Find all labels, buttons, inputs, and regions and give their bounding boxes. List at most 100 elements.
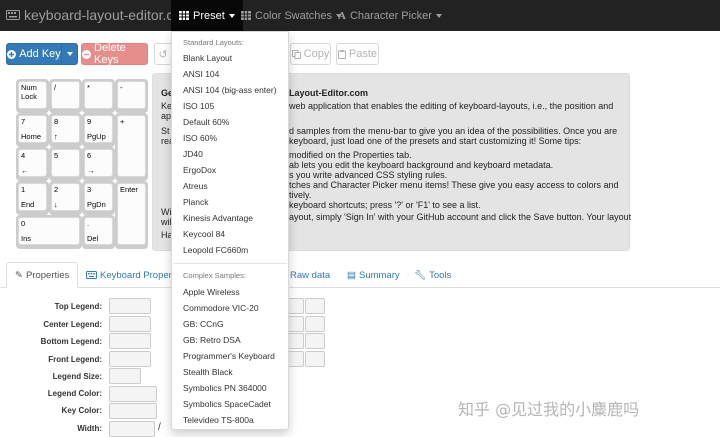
center-legend-input[interactable] [109, 316, 151, 332]
intro-text-stub: wil [161, 217, 172, 227]
preset-ergodox[interactable]: ErgoDox [183, 165, 216, 175]
key-6-right[interactable]: 6 → [82, 147, 115, 181]
preset-symbolics-spacecadet[interactable]: Symbolics SpaceCadet [183, 399, 271, 409]
add-key-button[interactable]: Add Key [6, 43, 62, 65]
key-9-pgup[interactable]: 9 PgUp [82, 113, 115, 147]
key-1-end[interactable]: 1 End [16, 181, 49, 215]
key-8-up[interactable]: 8 ↑ [49, 113, 82, 147]
preset-iso-105[interactable]: ISO 105 [183, 101, 214, 111]
key-num-lock[interactable]: Num Lock [16, 79, 49, 113]
copy-button[interactable]: Copy [290, 43, 331, 65]
wrench-icon: 🔧︎ [414, 269, 427, 281]
preset-gb-retro-dsa[interactable]: GB: Retro DSA [183, 335, 241, 345]
tab-label: Tools [429, 269, 452, 281]
key-minus[interactable]: - [115, 79, 148, 113]
copy-icon [291, 49, 301, 59]
preset-keycool-84[interactable]: Keycool 84 [183, 229, 225, 239]
delete-keys-button[interactable]: Delete Keys [81, 42, 148, 66]
intro-line: web application that enables the editing… [289, 101, 614, 111]
top-legend-input[interactable] [109, 298, 151, 314]
tab-raw-data[interactable]: Raw data [282, 262, 338, 288]
width-input[interactable] [109, 421, 155, 437]
paste-label: Paste [348, 48, 378, 60]
key-multiply[interactable]: * [82, 79, 115, 113]
key-enter[interactable]: Enter [115, 181, 148, 249]
legend-field-stub[interactable] [305, 333, 325, 349]
preset-stealth-black[interactable]: Stealth Black [183, 367, 233, 377]
preset-default-60[interactable]: Default 60% [183, 117, 229, 127]
undo-button[interactable]: ↺ [154, 43, 172, 65]
legend-field-stub[interactable] [288, 316, 304, 332]
editor-tabs: ✎ Properties Keyboard Properties Raw dat… [0, 262, 720, 288]
intro-line: tches and Character Picker menu items! T… [289, 180, 619, 190]
tab-summary[interactable]: ▤ Summary [339, 262, 408, 288]
tab-tools[interactable]: 🔧︎ Tools [406, 262, 459, 288]
color-swatches-label: Color Swatches [255, 9, 333, 22]
intro-line: ab lets you edit the keyboard background… [289, 160, 554, 170]
keyboard-icon [6, 10, 20, 20]
intro-line: tively. [289, 190, 312, 200]
width-separator: / [158, 422, 161, 433]
legend-color-label: Legend Color: [47, 389, 102, 398]
character-picker-menu-toggle[interactable]: A Character Picker [330, 0, 450, 31]
key-2-down[interactable]: 2 ↓ [49, 181, 82, 215]
intro-line: s you write advanced CSS styling rules. [289, 170, 448, 180]
key-0-ins[interactable]: 0 Ins [16, 215, 82, 249]
intro-title: Layout-Editor.com [289, 88, 369, 98]
tab-properties[interactable]: ✎ Properties [6, 262, 79, 288]
intro-line: keyboard, just load one of the presets a… [289, 136, 582, 146]
preset-commodore-vic-20[interactable]: Commodore VIC-20 [183, 303, 259, 313]
bottom-legend-input[interactable] [109, 333, 151, 349]
key-5[interactable]: 5 [49, 147, 82, 181]
legend-field-stub[interactable] [288, 333, 304, 349]
character-picker-label: Character Picker [349, 9, 432, 22]
key-decimal-del[interactable]: . Del [82, 215, 115, 249]
legend-field-stub[interactable] [305, 298, 325, 314]
menu-divider [173, 263, 287, 264]
preset-apple-wireless[interactable]: Apple Wireless [183, 287, 240, 297]
key-plus[interactable]: + [115, 113, 148, 181]
preset-kinesis-advantage[interactable]: Kinesis Advantage [183, 213, 253, 223]
legend-size-input[interactable] [109, 368, 141, 384]
preset-planck[interactable]: Planck [183, 197, 209, 207]
front-legend-input[interactable] [109, 351, 151, 367]
key-divide[interactable]: / [49, 79, 82, 113]
preset-programmers-keyboard[interactable]: Programmer's Keyboard [183, 351, 275, 361]
grid-icon [241, 11, 251, 20]
grid-icon [179, 11, 189, 20]
preset-ansi-104[interactable]: ANSI 104 [183, 69, 219, 79]
center-legend-label: Center Legend: [43, 320, 102, 329]
legend-field-stub[interactable] [288, 351, 304, 367]
add-key-label: Add Key [19, 48, 61, 60]
legend-field-stub[interactable] [305, 351, 325, 367]
preset-symbolics-pn-364000[interactable]: Symbolics PN 364000 [183, 383, 267, 393]
preset-blank-layout[interactable]: Blank Layout [183, 53, 232, 63]
intro-line: modified on the Properties tab. [289, 150, 412, 160]
key-4-left[interactable]: 4 ← [16, 147, 49, 181]
watermark-text: 知乎 @见过我的小麋鹿吗 [458, 400, 640, 419]
key-3-pgdn[interactable]: 3 PgDn [82, 181, 115, 215]
legend-field-stub[interactable] [288, 298, 304, 314]
paste-button[interactable]: Paste [336, 43, 379, 65]
preset-jd40[interactable]: JD40 [183, 149, 203, 159]
brand-link[interactable]: keyboard-layout-editor.com [6, 7, 193, 23]
legend-color-input[interactable] [109, 386, 157, 402]
preset-leopold-fc660m[interactable]: Leopold FC660m [183, 245, 248, 255]
preset-dropdown-menu: Standard Layouts: Blank Layout ANSI 104 … [171, 31, 289, 430]
key-color-input[interactable] [109, 403, 157, 419]
tab-label: Properties [25, 269, 70, 281]
delete-keys-label: Delete Keys [94, 42, 126, 66]
undo-icon: ↺ [158, 48, 168, 61]
preset-gb-ccng[interactable]: GB: CCnG [183, 319, 224, 329]
complex-samples-header: Complex Samples: [183, 271, 246, 280]
preset-atreus[interactable]: Atreus [183, 181, 208, 191]
preset-iso-60[interactable]: ISO 60% [183, 133, 217, 143]
add-key-dropdown-toggle[interactable] [61, 43, 78, 65]
keyboard-canvas[interactable]: Num Lock / * - 7 Home 8 ↑ 9 PgUp + 4 ← 5 6 → 1… [10, 73, 152, 249]
editor-toolbar: Add Key Delete Keys ↺ Copy Paste [0, 42, 720, 67]
legend-field-stub[interactable] [305, 316, 325, 332]
key-7-home[interactable]: 7 Home [16, 113, 49, 147]
preset-ansi-104-big-enter[interactable]: ANSI 104 (big-ass enter) [183, 85, 277, 95]
tab-label: Raw data [290, 269, 331, 281]
preset-televideo-ts-800a[interactable]: Televideo TS-800a [183, 415, 254, 425]
